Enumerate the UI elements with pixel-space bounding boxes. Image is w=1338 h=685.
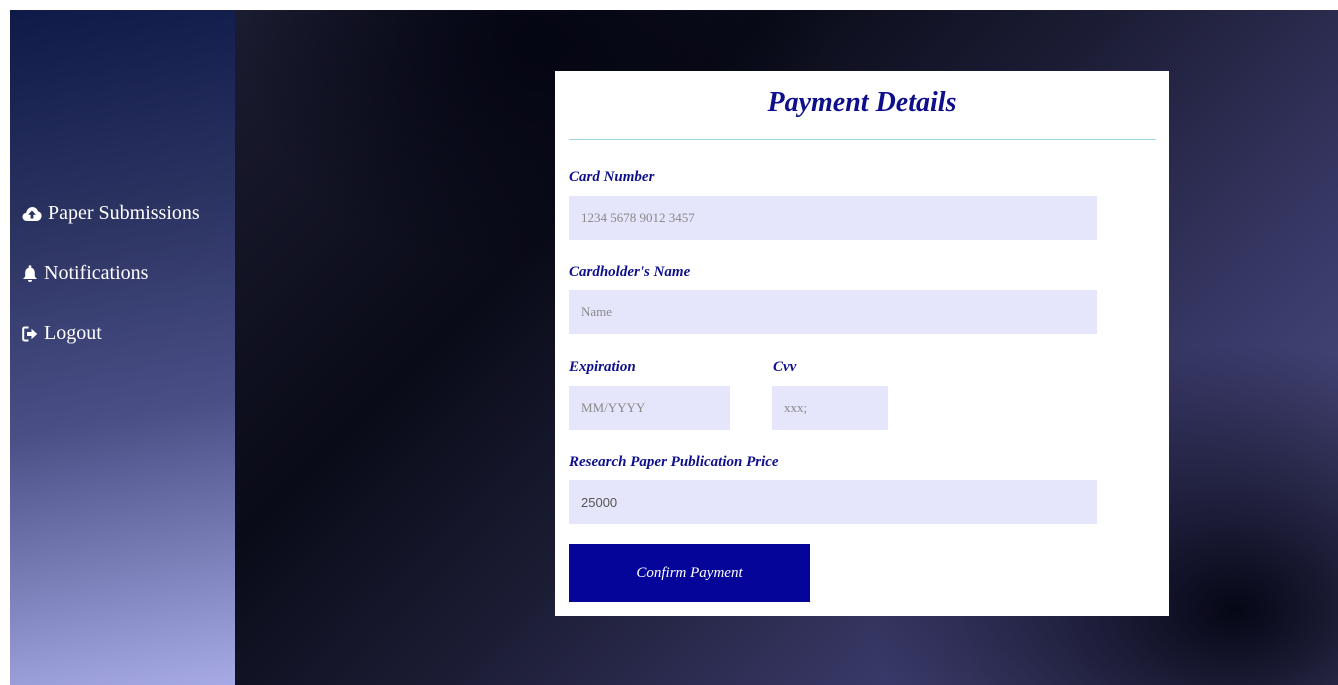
- title-divider: [569, 139, 1156, 140]
- card-number-label: Card Number: [569, 169, 655, 185]
- sidebar-item-label: Logout: [44, 322, 102, 344]
- sidebar-item-label: Notifications: [44, 262, 149, 284]
- cvv-input[interactable]: [772, 386, 888, 430]
- page-title: Payment Details: [767, 87, 957, 118]
- publication-price-label: Research Paper Publication Price: [569, 454, 779, 470]
- sidebar: Paper Submissions Notifications Logout: [10, 10, 235, 685]
- publication-price-input[interactable]: [569, 480, 1097, 524]
- cardholder-name-label: Cardholder's Name: [569, 264, 691, 280]
- expiration-label: Expiration: [569, 359, 636, 375]
- confirm-payment-button[interactable]: Confirm Payment: [569, 544, 810, 602]
- sidebar-item-notifications[interactable]: Notifications: [22, 262, 148, 285]
- cloud-upload-icon: [22, 206, 42, 222]
- sidebar-item-paper-submissions[interactable]: Paper Submissions: [22, 202, 200, 225]
- cardholder-name-input[interactable]: [569, 290, 1097, 334]
- sign-out-icon: [22, 326, 38, 342]
- expiration-input[interactable]: [569, 386, 730, 430]
- payment-details-card: Payment Details Card Number Cardholder's…: [555, 71, 1169, 616]
- sidebar-item-logout[interactable]: Logout: [22, 322, 102, 345]
- bell-icon: [22, 264, 38, 283]
- sidebar-item-label: Paper Submissions: [48, 202, 200, 224]
- cvv-label: Cvv: [773, 359, 797, 375]
- app-frame: Paper Submissions Notifications Logout P…: [10, 10, 1338, 685]
- card-number-input[interactable]: [569, 196, 1097, 240]
